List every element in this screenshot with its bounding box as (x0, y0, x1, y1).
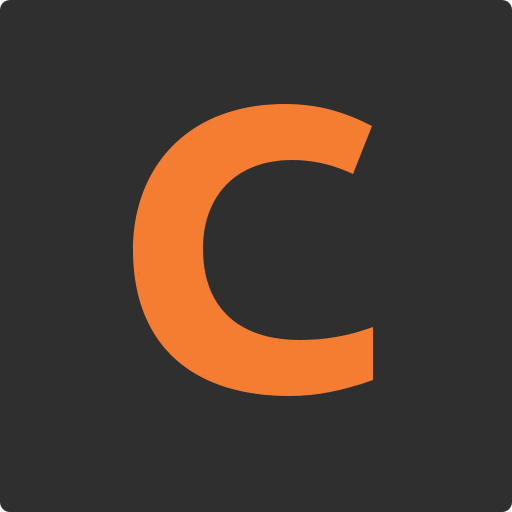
letter-c-glyph (133, 104, 373, 396)
letter-c-logo-icon (133, 104, 373, 396)
logo-tile: C (0, 0, 512, 512)
